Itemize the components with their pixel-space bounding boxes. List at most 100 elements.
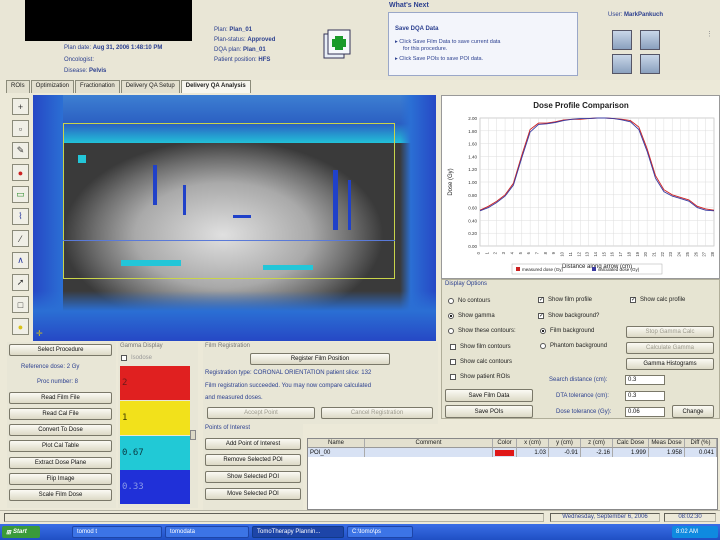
check-show-calc-profile[interactable]: ✓ Show calc profile [630, 297, 685, 303]
profile-arrow-line[interactable] [63, 240, 395, 241]
profile-icon[interactable]: ∧ [12, 252, 29, 269]
plot-cal-table-button[interactable]: Plot Cal Table [9, 440, 112, 452]
extract-dose-plane-button[interactable]: Extract Dose Plane [9, 457, 112, 469]
profile-line-icon[interactable]: ⁄ [12, 230, 29, 247]
dta-tolerance-input[interactable]: 0.3 [625, 391, 665, 401]
poi-name-cell[interactable]: POI_00 [308, 448, 365, 457]
radio-circle[interactable] [448, 298, 454, 304]
task-tomo-ps[interactable]: C:\tomo\ps [347, 526, 413, 538]
column-header[interactable]: Comment [365, 439, 493, 448]
table-row[interactable]: POI_00 1.03 -0.91 -2.16 1.999 1.958 0.04… [308, 448, 717, 457]
dose-film-image[interactable]: ✛ [33, 95, 436, 341]
column-header[interactable]: Color [493, 439, 517, 448]
move-selected-poi-button[interactable]: Move Selected POI [205, 488, 301, 500]
poi-color-cell[interactable] [493, 448, 517, 457]
task-tomotherapy-planning[interactable]: TomoTherapy Plannin... [252, 526, 344, 538]
radio-no-contours[interactable]: No contours [448, 298, 490, 304]
film-roi-box[interactable] [63, 123, 395, 279]
gamma-level-bar: 0.33 [120, 470, 190, 504]
tab-optimization[interactable]: Optimization [30, 80, 75, 93]
column-header[interactable]: Name [308, 439, 365, 448]
square-icon[interactable]: □ [12, 296, 29, 313]
pencil-icon[interactable]: ✎ [12, 142, 29, 159]
checkbox[interactable] [121, 355, 127, 361]
poi-diff-cell[interactable]: 0.041 [685, 448, 717, 457]
poi-comment-cell[interactable] [365, 448, 493, 457]
roi-icon[interactable]: ⌇ [12, 208, 29, 225]
poi-y-cell[interactable]: -0.91 [549, 448, 581, 457]
add-point-of-interest-button[interactable]: Add Point of Interest [205, 438, 301, 450]
column-header[interactable]: y (cm) [549, 439, 581, 448]
cursor-icon[interactable]: ➚ [12, 274, 29, 291]
square-select-icon[interactable]: ▫ [12, 120, 29, 137]
scale-film-dose-button[interactable]: Scale Film Dose [9, 489, 112, 501]
edit-plan-icon[interactable] [612, 30, 632, 50]
tab-rois[interactable]: ROIs [6, 80, 30, 93]
radio-circle[interactable] [540, 328, 546, 334]
search-distance-input[interactable]: 0.3 [625, 375, 665, 385]
checkbox[interactable] [450, 344, 456, 350]
tab-delivery-qa-analysis[interactable]: Delivery QA Analysis [180, 80, 251, 93]
medical-plan-icon[interactable] [322, 28, 354, 62]
column-header[interactable]: x (cm) [517, 439, 549, 448]
select-procedure-button[interactable]: Select Procedure [9, 344, 112, 356]
radio-show-these-contours[interactable]: Show these contours: [448, 328, 516, 334]
read-film-file-button[interactable]: Read Film File [9, 392, 112, 404]
tab-delivery-qa-setup[interactable]: Delivery QA Setup [120, 80, 180, 93]
lock-icon[interactable] [640, 30, 660, 50]
cancel-registration-button[interactable]: Cancel Registration [321, 407, 433, 419]
dose-tolerance-input[interactable]: 0.06 [625, 407, 665, 417]
checkbox[interactable] [450, 359, 456, 365]
register-film-position-button[interactable]: Register Film Position [250, 353, 390, 365]
check-show-film-contours[interactable]: Show film contours [450, 344, 511, 350]
column-header[interactable]: z (cm) [581, 439, 613, 448]
gamma-histograms-button[interactable]: Gamma Histograms [626, 358, 714, 370]
system-tray-clock[interactable]: 8:02 AM [672, 526, 718, 538]
convert-to-dose-button[interactable]: Convert To Dose [9, 424, 112, 436]
column-header[interactable]: Calc Dose [613, 439, 649, 448]
stop-gamma-calc-button[interactable]: Stop Gamma Calc [626, 326, 714, 338]
flip-image-button[interactable]: Flip Image [9, 473, 112, 485]
check-show-background[interactable]: ✓ Show background? [538, 313, 599, 319]
radio-show-gamma[interactable]: Show gamma [448, 313, 495, 319]
save-film-data-button[interactable]: Save Film Data [445, 389, 533, 402]
radio-film-background[interactable]: Film background [540, 328, 594, 334]
read-cal-file-button[interactable]: Read Cal File [9, 408, 112, 420]
target-icon[interactable]: ● [12, 164, 29, 181]
column-header[interactable]: Diff (%) [685, 439, 717, 448]
vertical-handle-icon[interactable]: ⋮ [706, 30, 713, 38]
poi-x-cell[interactable]: 1.03 [517, 448, 549, 457]
calculate-gamma-button[interactable]: Calculate Gamma [626, 342, 714, 354]
remove-selected-poi-button[interactable]: Remove Selected POI [205, 454, 301, 466]
radio-phantom-background[interactable]: Phantom background [540, 343, 607, 349]
gamma-scale-slider[interactable] [190, 430, 196, 440]
checkbox[interactable]: ✓ [538, 313, 544, 319]
folder-icon[interactable]: ▭ [12, 186, 29, 203]
crosshair-icon[interactable]: + [12, 98, 29, 115]
task-tomodata[interactable]: tomodata [165, 526, 249, 538]
save-pois-button[interactable]: Save POIs [445, 405, 533, 418]
poi-z-cell[interactable]: -2.16 [581, 448, 613, 457]
poi-meas-dose-cell[interactable]: 1.958 [649, 448, 685, 457]
change-button[interactable]: Change [672, 405, 714, 418]
start-button[interactable]: ⊞ Start [2, 526, 40, 538]
accept-point-button[interactable]: Accept Point [207, 407, 315, 419]
show-selected-poi-button[interactable]: Show Selected POI [205, 471, 301, 483]
task-tomod[interactable]: tomod t [72, 526, 162, 538]
tab-fractionation[interactable]: Fractionation [75, 80, 120, 93]
check-show-calc-contours[interactable]: Show calc contours [450, 359, 512, 365]
poi-calc-dose-cell[interactable]: 1.999 [613, 448, 649, 457]
column-header[interactable]: Meas Dose [649, 439, 685, 448]
checkbox[interactable]: ✓ [630, 297, 636, 303]
check-show-film-profile[interactable]: ✓ Show film profile [538, 297, 592, 303]
checkbox[interactable]: ✓ [538, 297, 544, 303]
tools-icon[interactable] [640, 54, 660, 74]
radio-circle[interactable] [540, 343, 546, 349]
printer-icon[interactable] [612, 54, 632, 74]
check-isodose[interactable]: Isodose [121, 355, 152, 361]
radio-circle[interactable] [448, 328, 454, 334]
lightbulb-icon[interactable]: ● [12, 318, 29, 335]
check-show-patient-rois[interactable]: Show patient ROIs [450, 374, 510, 380]
checkbox[interactable] [450, 374, 456, 380]
radio-circle[interactable] [448, 313, 454, 319]
